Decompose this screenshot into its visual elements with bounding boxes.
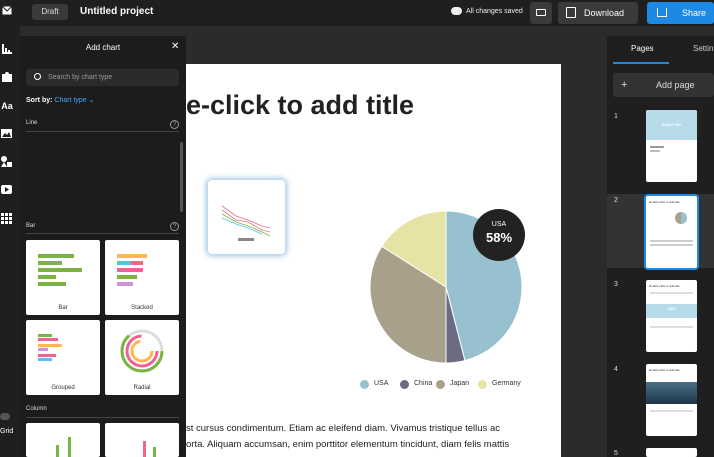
image-shape-icon[interactable] — [2, 72, 12, 82]
body-text-line-1[interactable]: st cursus condimentum. Etiam ac eleifend… — [186, 423, 500, 434]
line-chart-preview — [221, 205, 271, 241]
section-divider — [26, 233, 179, 234]
add-page-label: Add page — [656, 80, 695, 90]
monitor-icon — [536, 9, 546, 16]
left-rail: Aa Grid — [0, 0, 20, 457]
page-thumbnail-4[interactable]: Double click to add title — [646, 364, 697, 436]
legend-swatch-usa — [360, 380, 369, 389]
grid-toggle[interactable] — [0, 413, 10, 420]
page-thumbnail-5[interactable] — [646, 448, 697, 457]
search-placeholder: Search by chart type — [48, 74, 113, 81]
radial-preview — [120, 329, 164, 373]
thumb-title: Double click to add title — [649, 200, 680, 204]
chart-tile-stacked[interactable]: Stacked — [105, 240, 179, 315]
section-divider — [26, 417, 179, 418]
project-title[interactable]: Untitled project — [80, 6, 153, 17]
page-thumbnail-2[interactable]: Double click to add title — [646, 196, 697, 268]
dragged-chart-thumbnail[interactable] — [208, 180, 285, 254]
legend-swatch-china — [400, 380, 409, 389]
legend-label-japan: Japan — [450, 380, 470, 387]
download-button[interactable]: Download — [558, 2, 638, 24]
thumb-stat: 45% — [667, 306, 676, 311]
download-label: Download — [584, 8, 625, 18]
legend-label-germany: Germany — [492, 380, 521, 387]
add-page-button[interactable]: + Add page — [613, 73, 714, 97]
close-icon[interactable]: ✕ — [171, 41, 179, 52]
pages-panel: Pages Settin + Add page 1 Report Title 2… — [607, 36, 714, 457]
sort-by: Sort by: Chart type ⌄ — [26, 96, 95, 104]
page-number: 4 — [614, 366, 618, 373]
page-title-placeholder[interactable]: e-click to add title — [186, 90, 414, 121]
tile-label: Stacked — [131, 305, 153, 311]
legend-label-usa: USA — [374, 380, 389, 387]
active-tab-indicator — [613, 62, 669, 64]
body-text-line-2[interactable]: orta. Aliquam accumsan, enim porttitor e… — [186, 439, 509, 450]
chevron-down-icon[interactable]: ⌄ — [89, 97, 95, 104]
grid-apps-icon[interactable] — [1, 213, 12, 224]
sort-dropdown[interactable]: Chart type — [54, 97, 86, 104]
chart-tile-grouped[interactable]: Grouped — [26, 320, 100, 395]
share-button[interactable]: Share — [647, 2, 714, 24]
chart-tile-radial[interactable]: Radial — [105, 320, 179, 395]
help-icon[interactable]: ? — [170, 222, 179, 231]
preview-button[interactable] — [530, 2, 552, 24]
chart-tile-bar[interactable]: Bar — [26, 240, 100, 315]
add-chart-panel: Add chart ✕ Search by chart type Sort by… — [20, 36, 186, 457]
thumb-title: Double click to add title — [649, 368, 680, 372]
panel-title: Add chart — [85, 43, 121, 52]
search-icon — [34, 73, 41, 80]
video-icon[interactable] — [1, 185, 12, 194]
tooltip-value: 58% — [485, 230, 513, 245]
tab-settings[interactable]: Settin — [693, 44, 713, 53]
page-canvas[interactable]: e-click to add title USA 58% USA China Jap… — [186, 64, 561, 457]
chart-tile-column[interactable] — [26, 423, 100, 457]
page-number: 1 — [614, 113, 618, 120]
legend-swatch-japan — [436, 380, 445, 389]
grid-label: Grid — [0, 428, 14, 435]
plus-icon: + — [621, 79, 628, 91]
section-bar-label: Bar — [26, 223, 36, 229]
help-icon[interactable]: ? — [170, 120, 179, 129]
text-icon[interactable]: Aa — [0, 101, 14, 111]
tile-label: Bar — [58, 305, 68, 311]
draft-badge[interactable]: Draft — [32, 4, 68, 20]
page-number: 2 — [614, 197, 618, 204]
chart-tile-stacked-column[interactable] — [105, 423, 179, 457]
section-line-label: Line — [26, 120, 38, 126]
share-label: Share — [682, 8, 707, 18]
panel-scrollbar[interactable] — [180, 142, 183, 212]
download-icon — [566, 7, 576, 18]
page-number: 3 — [614, 281, 618, 288]
sort-prefix: Sort by: — [26, 97, 53, 104]
mail-icon[interactable] — [2, 6, 12, 15]
share-icon — [657, 8, 667, 17]
section-column-label: Column — [26, 406, 47, 412]
thumb-title: Double click to add title — [649, 284, 680, 288]
legend-swatch-germany — [478, 380, 487, 389]
page-thumbnail-1[interactable]: Report Title — [646, 110, 697, 182]
tile-label: Grouped — [51, 385, 75, 391]
legend-label-china: China — [414, 380, 433, 387]
shapes-icon[interactable] — [1, 156, 12, 167]
save-status: All changes saved — [466, 8, 523, 15]
top-bar: Draft Untitled project All changes saved… — [0, 0, 714, 26]
tooltip-bubble: USA 58% — [473, 209, 525, 261]
tile-label: Radial — [133, 385, 151, 391]
photo-icon[interactable] — [1, 129, 12, 138]
chart-icon[interactable] — [2, 44, 12, 54]
tooltip-label: USA — [491, 221, 507, 228]
chart-search-input[interactable]: Search by chart type — [26, 69, 179, 86]
section-divider — [26, 131, 179, 132]
thumb-title: Report Title — [661, 123, 682, 127]
page-number: 5 — [614, 450, 618, 457]
page-thumbnail-3[interactable]: Double click to add title 45% — [646, 280, 697, 352]
cloud-icon — [451, 7, 462, 15]
tab-pages[interactable]: Pages — [631, 44, 654, 53]
